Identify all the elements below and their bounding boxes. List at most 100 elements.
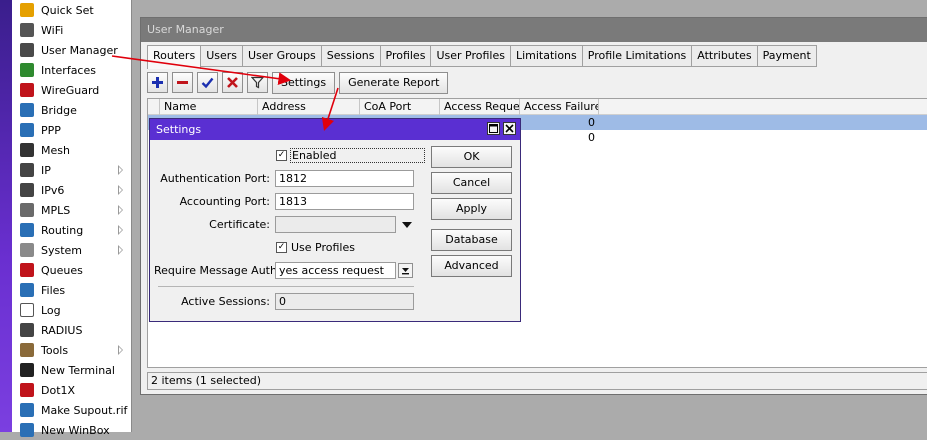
column-header-address[interactable]: Address	[258, 99, 360, 115]
acct-port-input[interactable]: 1813	[275, 193, 414, 210]
sidebar-item-label: Mesh	[41, 143, 70, 157]
generate-report-button[interactable]: Generate Report	[339, 72, 449, 94]
tab-profile-limitations[interactable]: Profile Limitations	[582, 45, 693, 67]
acct-port-label: Accounting Port:	[179, 195, 270, 208]
sidebar-item-system[interactable]: System	[12, 240, 131, 260]
maximize-button[interactable]	[487, 122, 500, 135]
dot1x-icon	[20, 383, 34, 397]
certificate-dropdown-icon[interactable]	[402, 222, 412, 228]
sidebar-item-label: Files	[41, 283, 66, 297]
auth-port-label: Authentication Port:	[160, 172, 270, 185]
winbox-side-strip	[0, 0, 12, 432]
tab-users[interactable]: Users	[201, 45, 243, 67]
sidebar-item-label: Quick Set	[41, 3, 94, 17]
sidebar-item-label: New Terminal	[41, 363, 115, 377]
sidebar-item-mesh[interactable]: Mesh	[12, 140, 131, 160]
sidebar-item-ip[interactable]: IP	[12, 160, 131, 180]
sidebar-item-user-manager[interactable]: User Manager	[12, 40, 131, 60]
sidebar-item-bridge[interactable]: Bridge	[12, 100, 131, 120]
submenu-arrow-icon	[118, 165, 123, 175]
submenu-arrow-icon	[118, 185, 123, 195]
sidebar-item-label: Tools	[41, 343, 69, 357]
sidebar-item-mpls[interactable]: MPLS	[12, 200, 131, 220]
sidebar-item-label: PPP	[41, 123, 61, 137]
sidebar-item-queues[interactable]: Queues	[12, 260, 131, 280]
routers-toolbar: Settings Generate Report	[147, 72, 452, 96]
submenu-arrow-icon	[118, 205, 123, 215]
sidebar-item-dot1x[interactable]: Dot1X	[12, 380, 131, 400]
column-header-coa-port[interactable]: CoA Port	[360, 99, 440, 115]
wifi-icon	[20, 23, 34, 37]
enabled-label: Enabled	[289, 148, 426, 163]
sidebar-item-wireguard[interactable]: WireGuard	[12, 80, 131, 100]
submenu-arrow-icon	[118, 245, 123, 255]
require-message-auth-dropdown[interactable]	[398, 263, 413, 278]
require-message-auth-select[interactable]: yes access request	[275, 262, 396, 279]
require-message-auth-label: Require Message Auth:	[154, 264, 281, 277]
cancel-button[interactable]: Cancel	[431, 172, 512, 194]
settings-button[interactable]: Settings	[272, 72, 336, 94]
sidebar-item-make-supout-rif[interactable]: Make Supout.rif	[12, 400, 131, 420]
ppp-icon	[20, 123, 34, 137]
sidebar-item-label: Bridge	[41, 103, 77, 117]
sidebar-item-interfaces[interactable]: Interfaces	[12, 60, 131, 80]
sidebar-item-quick-set[interactable]: Quick Set	[12, 0, 131, 20]
sidebar-item-new-terminal[interactable]: New Terminal	[12, 360, 131, 380]
add-button[interactable]	[147, 72, 168, 93]
sidebar-menu: Quick Set WiFi User Manager Interfaces WireG…	[12, 0, 132, 437]
ok-button[interactable]: OK	[431, 146, 512, 168]
use-profiles-check-icon: ✓	[276, 242, 287, 253]
ipv6-icon	[20, 183, 34, 197]
tab-attributes[interactable]: Attributes	[692, 45, 758, 67]
close-button[interactable]	[503, 122, 516, 135]
sidebar-item-radius[interactable]: RADIUS	[12, 320, 131, 340]
auth-port-input[interactable]: 1812	[275, 170, 414, 187]
tab-profiles[interactable]: Profiles	[380, 45, 432, 67]
queues-icon	[20, 263, 34, 277]
sidebar-item-label: Make Supout.rif	[41, 403, 128, 417]
mpls-icon	[20, 203, 34, 217]
enabled-checkbox[interactable]: ✓ Enabled	[276, 148, 426, 163]
sidebar-item-label: Log	[41, 303, 61, 317]
status-bar: 2 items (1 selected)	[147, 372, 927, 390]
sidebar-item-files[interactable]: Files	[12, 280, 131, 300]
use-profiles-checkbox[interactable]: ✓ Use Profiles	[276, 240, 355, 255]
remove-button[interactable]	[172, 72, 193, 93]
column-header-access-requests[interactable]: Access Reque...	[440, 99, 520, 115]
tab-user-profiles[interactable]: User Profiles	[431, 45, 511, 67]
disable-button[interactable]	[222, 72, 243, 93]
tab-limitations[interactable]: Limitations	[510, 45, 583, 67]
advanced-button[interactable]: Advanced	[431, 255, 512, 277]
tab-sessions[interactable]: Sessions	[321, 45, 381, 67]
sidebar-item-label: RADIUS	[41, 323, 83, 337]
sidebar-item-label: Interfaces	[41, 63, 96, 77]
column-header-access-failures[interactable]: Access Failures	[520, 99, 599, 115]
enable-button[interactable]	[197, 72, 218, 93]
tab-user-groups[interactable]: User Groups	[243, 45, 322, 67]
database-button[interactable]: Database	[431, 229, 512, 251]
sidebar-item-tools[interactable]: Tools	[12, 340, 131, 360]
filter-button[interactable]	[247, 72, 268, 93]
sidebar-item-ppp[interactable]: PPP	[12, 120, 131, 140]
close-icon	[505, 124, 514, 133]
tab-routers[interactable]: Routers	[147, 45, 202, 69]
sidebar-item-label: MPLS	[41, 203, 71, 217]
enabled-check-icon: ✓	[276, 150, 287, 161]
sidebar-item-new-winbox[interactable]: New WinBox	[12, 420, 131, 440]
column-header-name[interactable]: Name	[160, 99, 258, 115]
sidebar-item-log[interactable]: Log	[12, 300, 131, 320]
sidebar-item-label: System	[41, 243, 83, 257]
settings-dialog: Settings ✓ Enabled Authentication Port: …	[149, 118, 521, 322]
sidebar-item-ipv6[interactable]: IPv6	[12, 180, 131, 200]
active-sessions-label: Active Sessions:	[181, 295, 270, 308]
dropdown-arrow-icon	[402, 268, 409, 275]
tab-payment[interactable]: Payment	[757, 45, 817, 67]
sidebar-item-routing[interactable]: Routing	[12, 220, 131, 240]
submenu-arrow-icon	[118, 345, 123, 355]
terminal-icon	[20, 363, 34, 377]
use-profiles-label: Use Profiles	[291, 241, 355, 254]
user-manager-title: User Manager	[141, 18, 927, 42]
sidebar-item-wifi[interactable]: WiFi	[12, 20, 131, 40]
certificate-select[interactable]	[275, 216, 396, 233]
apply-button[interactable]: Apply	[431, 198, 512, 220]
